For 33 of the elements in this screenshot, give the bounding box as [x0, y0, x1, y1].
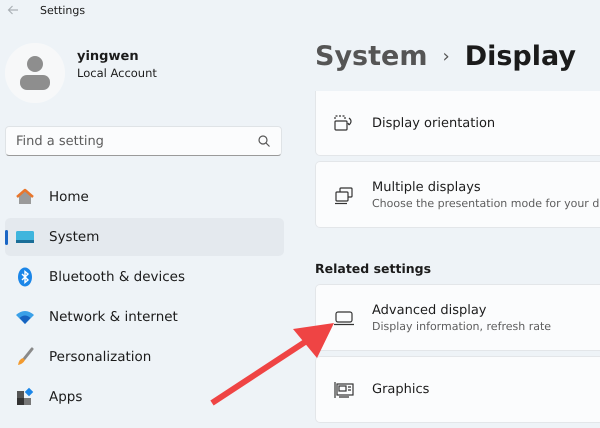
sidebar-item[interactable]: Home — [5, 178, 284, 216]
search-icon — [258, 135, 270, 147]
apps-grid-icon — [15, 387, 35, 407]
card-title: Display orientation — [372, 116, 496, 130]
sidebar-item[interactable]: System — [5, 218, 284, 256]
sidebar-item[interactable]: Network & internet — [5, 298, 284, 336]
account-name: yingwen — [77, 48, 140, 64]
bluetooth-icon — [15, 267, 35, 287]
selection-indicator — [5, 230, 8, 245]
settings-card[interactable]: Advanced display Display information, refresh rate — [315, 284, 600, 351]
card-subtitle: Choose the presentation mode for your d — [372, 196, 600, 210]
breadcrumb-link[interactable]: System — [315, 41, 428, 72]
page-title: Display — [464, 41, 576, 72]
person-icon — [20, 55, 50, 91]
back-button[interactable] — [7, 4, 21, 16]
settings-card[interactable]: Graphics — [315, 356, 600, 423]
settings-card[interactable]: Display orientation — [315, 91, 600, 156]
sidebar-item[interactable]: Personalization — [5, 338, 284, 376]
breadcrumb-separator: › — [442, 46, 450, 67]
section-heading: Related settings — [315, 261, 432, 276]
card-title: Graphics — [372, 382, 430, 397]
search-field[interactable]: Find a setting — [5, 126, 282, 156]
account-type: Local Account — [77, 66, 157, 80]
sidebar-item[interactable]: Apps — [5, 378, 284, 416]
sidebar-item[interactable]: Bluetooth & devices — [5, 258, 284, 296]
card-title: Multiple displays — [372, 180, 482, 194]
settings-card[interactable]: Multiple displays Choose the presentation mode for your d — [315, 161, 600, 228]
window-title: Settings — [40, 4, 86, 16]
house-icon — [15, 187, 35, 207]
card-title: Advanced display — [372, 302, 488, 318]
paintbrush-icon — [15, 347, 35, 367]
back-arrow-icon — [7, 5, 19, 15]
card-subtitle: Display information, refresh rate — [372, 320, 552, 332]
